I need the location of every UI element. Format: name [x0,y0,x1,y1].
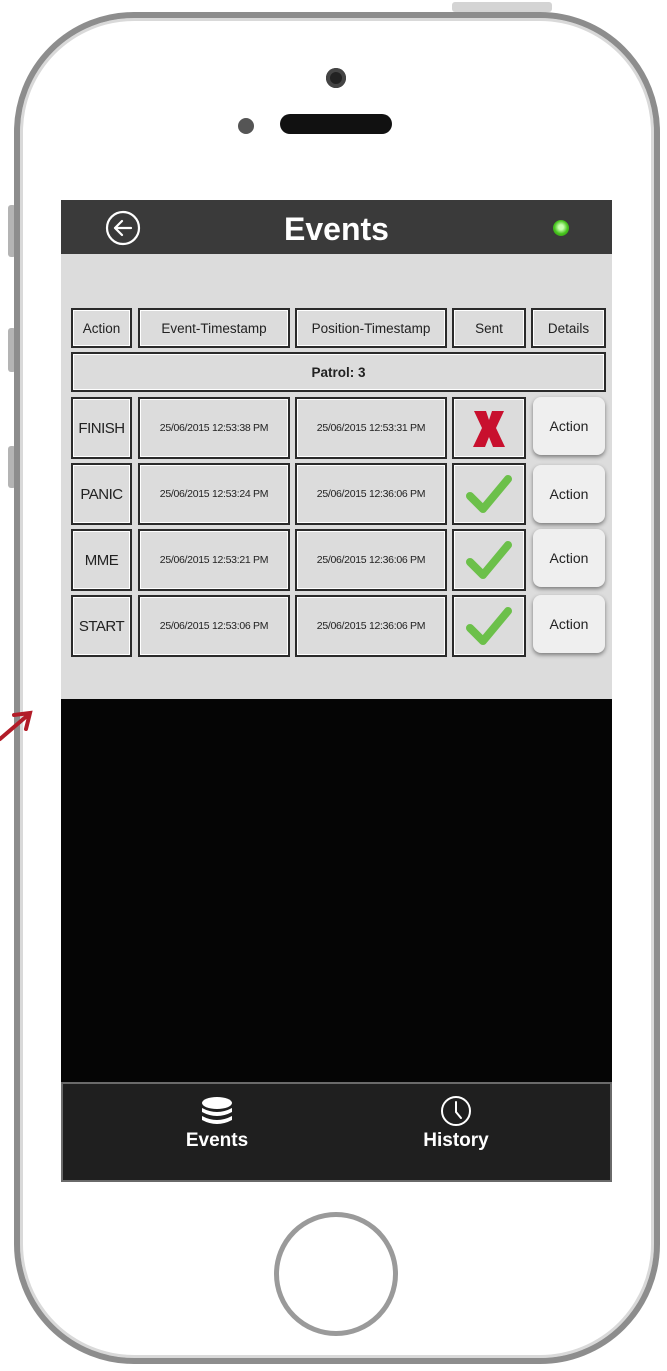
sent-checkmark-icon [466,541,512,579]
tab-history[interactable]: History [376,1084,536,1180]
bottom-tab-bar: Events History [61,1082,612,1182]
row-position-timestamp: 25/06/2015 12:36:06 PM [295,595,447,657]
row-position-timestamp: 25/06/2015 12:36:06 PM [295,529,447,591]
tab-events[interactable]: Events [137,1084,297,1180]
sent-checkmark-icon [466,607,512,645]
row-event-timestamp: 25/06/2015 12:53:21 PM [138,529,290,591]
row-position-timestamp: 25/06/2015 12:36:06 PM [295,463,447,525]
row-sent-cell [452,463,526,525]
front-camera [326,68,346,88]
row-event-timestamp: 25/06/2015 12:53:38 PM [138,397,290,459]
page-title: Events [284,211,389,247]
column-header-action: Action [71,308,132,348]
arrow-mark-icon [0,710,33,741]
row-sent-cell [452,397,526,459]
column-header-sent: Sent [452,308,526,348]
phone-top-button [452,2,552,12]
clock-icon [441,1096,471,1126]
patrol-group-label: Patrol: 3 [71,352,606,392]
row-action-button[interactable]: Action [533,397,605,455]
events-table: Action Event-Timestamp Position-Timestam… [61,254,612,699]
row-action: FINISH [71,397,132,459]
tab-label: Events [185,1130,249,1151]
row-action: MME [71,529,132,591]
home-button[interactable] [274,1212,398,1336]
row-action-button[interactable]: Action [533,595,605,653]
row-sent-cell [452,595,526,657]
sent-checkmark-icon [466,475,512,513]
app-screen: Events Action Event-Timestamp Position-T… [61,200,612,1182]
tab-label: History [423,1130,489,1151]
row-event-timestamp: 25/06/2015 12:53:06 PM [138,595,290,657]
earpiece-speaker [280,114,392,134]
back-arrow-icon[interactable] [105,210,141,246]
stack-icon [202,1097,232,1124]
not-sent-x-icon [473,411,505,447]
column-header-event-timestamp: Event-Timestamp [138,308,290,348]
proximity-sensor [238,118,254,134]
row-event-timestamp: 25/06/2015 12:53:24 PM [138,463,290,525]
row-action-button[interactable]: Action [533,529,605,587]
column-header-details: Details [531,308,606,348]
row-action-button[interactable]: Action [533,465,605,523]
connection-status-indicator [553,220,569,236]
row-action: START [71,595,132,657]
row-action: PANIC [71,463,132,525]
top-bar: Events [61,200,612,254]
column-header-position-timestamp: Position-Timestamp [295,308,447,348]
row-position-timestamp: 25/06/2015 12:53:31 PM [295,397,447,459]
row-sent-cell [452,529,526,591]
